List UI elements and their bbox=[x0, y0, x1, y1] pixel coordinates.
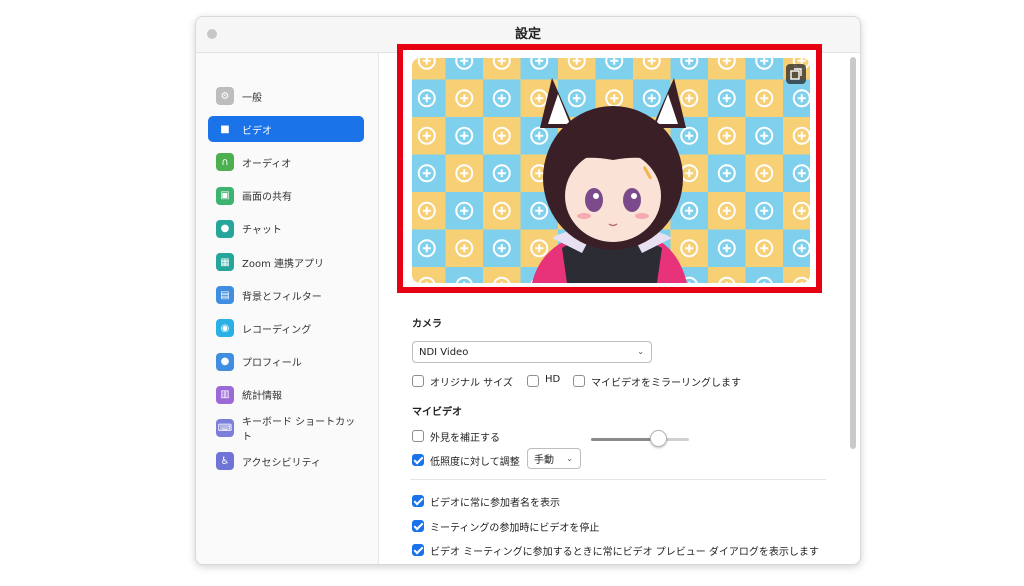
settings-window: 設定 ⚙ 一般 ■ ビデオ ∩ オーディオ ▣ 画面の共有 ● チャット ▦ Zoom 連携アプリ ▤ 背… bbox=[195, 16, 861, 565]
stop-video-label: ミーティングの参加時にビデオを停止 bbox=[430, 523, 600, 534]
sidebar-item-label: レコーディング bbox=[242, 324, 312, 336]
sidebar-item-label: 統計情報 bbox=[242, 391, 282, 403]
low-light-mode-select[interactable]: 手動 ⌄ bbox=[527, 448, 581, 469]
mirror-checkbox[interactable] bbox=[573, 375, 585, 387]
low-light-mode-value: 手動 bbox=[534, 455, 554, 466]
original-size-checkbox[interactable] bbox=[412, 375, 424, 387]
background-icon: ▤ bbox=[216, 286, 234, 305]
touch-up-label: 外見を補正する bbox=[430, 433, 500, 444]
mirror-label: マイビデオをミラーリングします bbox=[591, 378, 741, 389]
sidebar-item-label: 画面の共有 bbox=[242, 192, 292, 204]
camera-select[interactable]: NDI Video ⌄ bbox=[412, 341, 652, 363]
stop-video-checkbox[interactable] bbox=[412, 520, 424, 532]
video-preview bbox=[412, 58, 810, 283]
sidebar-item-label: キーボード ショートカット bbox=[242, 417, 356, 443]
sidebar-item-11[interactable]: ⌨ キーボード ショートカット bbox=[208, 415, 364, 443]
preview-dialog-checkbox[interactable] bbox=[412, 544, 424, 556]
hd-label: HD bbox=[545, 374, 561, 385]
camera-section-title: カメラ bbox=[412, 319, 442, 330]
my-video-section-title: マイビデオ bbox=[412, 407, 462, 418]
sidebar-item-9[interactable]: ● プロフィール bbox=[208, 349, 364, 375]
sidebar-item-label: プロフィール bbox=[242, 358, 302, 370]
chat-bubble-icon: ● bbox=[216, 219, 234, 238]
sidebar-item-5[interactable]: ● チャット bbox=[208, 216, 364, 242]
sidebar-item-label: 背景とフィルター bbox=[242, 291, 322, 303]
sidebar-item-8[interactable]: ◉ レコーディング bbox=[208, 315, 364, 341]
screen-share-icon: ▣ bbox=[216, 186, 234, 205]
show-names-label: ビデオに常に参加者名を表示 bbox=[430, 498, 560, 509]
low-light-checkbox[interactable] bbox=[412, 454, 424, 466]
accessibility-icon: ♿ bbox=[216, 452, 234, 471]
record-icon: ◉ bbox=[216, 319, 234, 338]
gear-icon: ⚙ bbox=[216, 87, 234, 105]
sidebar-item-1[interactable]: ⚙ 一般 bbox=[208, 83, 364, 109]
original-size-label: オリジナル サイズ bbox=[430, 378, 513, 389]
preview-dialog-label: ビデオ ミーティングに参加するときに常にビデオ プレビュー ダイアログを表示しま… bbox=[430, 547, 819, 558]
sidebar-item-2[interactable]: ■ ビデオ bbox=[208, 116, 364, 143]
chevron-down-icon: ⌄ bbox=[566, 453, 573, 463]
sidebar: ⚙ 一般 ■ ビデオ ∩ オーディオ ▣ 画面の共有 ● チャット ▦ Zoom 連携アプリ ▤ 背景とフ… bbox=[196, 53, 379, 564]
avatar-preview-image bbox=[412, 58, 810, 283]
video-camera-icon: ■ bbox=[220, 123, 230, 135]
hd-checkbox[interactable] bbox=[527, 375, 539, 387]
sidebar-item-label: 一般 bbox=[242, 92, 262, 104]
sidebar-item-label: チャット bbox=[242, 225, 282, 237]
sidebar-item-label: Zoom 連携アプリ bbox=[242, 258, 325, 270]
keyboard-icon: ⌨ bbox=[216, 419, 234, 437]
sidebar-item-label: オーディオ bbox=[242, 158, 292, 170]
sidebar-item-label: ビデオ bbox=[242, 125, 272, 137]
sidebar-item-6[interactable]: ▦ Zoom 連携アプリ bbox=[208, 249, 364, 275]
show-names-checkbox[interactable] bbox=[412, 495, 424, 507]
low-light-slider-fill bbox=[591, 438, 658, 441]
sidebar-item-7[interactable]: ▤ 背景とフィルター bbox=[208, 282, 364, 308]
popout-icon[interactable] bbox=[786, 64, 806, 84]
low-light-slider[interactable] bbox=[591, 438, 689, 441]
sidebar-item-10[interactable]: ▥ 統計情報 bbox=[208, 382, 364, 408]
apps-icon: ▦ bbox=[216, 253, 234, 271]
low-light-label: 低照度に対して調整 bbox=[430, 457, 520, 468]
chevron-down-icon: ⌄ bbox=[637, 347, 644, 356]
sidebar-item-label: アクセシビリティ bbox=[242, 457, 321, 469]
scrollbar[interactable] bbox=[850, 57, 856, 449]
profile-icon: ● bbox=[216, 352, 234, 371]
sidebar-item-12[interactable]: ♿ アクセシビリティ bbox=[208, 448, 364, 474]
sidebar-item-3[interactable]: ∩ オーディオ bbox=[208, 149, 364, 175]
section-divider bbox=[410, 479, 826, 480]
low-light-slider-thumb[interactable] bbox=[649, 430, 667, 447]
touch-up-checkbox[interactable] bbox=[412, 430, 424, 442]
sidebar-item-4[interactable]: ▣ 画面の共有 bbox=[208, 183, 364, 209]
statistics-icon: ▥ bbox=[216, 385, 234, 404]
camera-select-value: NDI Video bbox=[419, 346, 469, 358]
video-preview-highlight bbox=[397, 44, 822, 293]
headphones-icon: ∩ bbox=[216, 153, 234, 172]
